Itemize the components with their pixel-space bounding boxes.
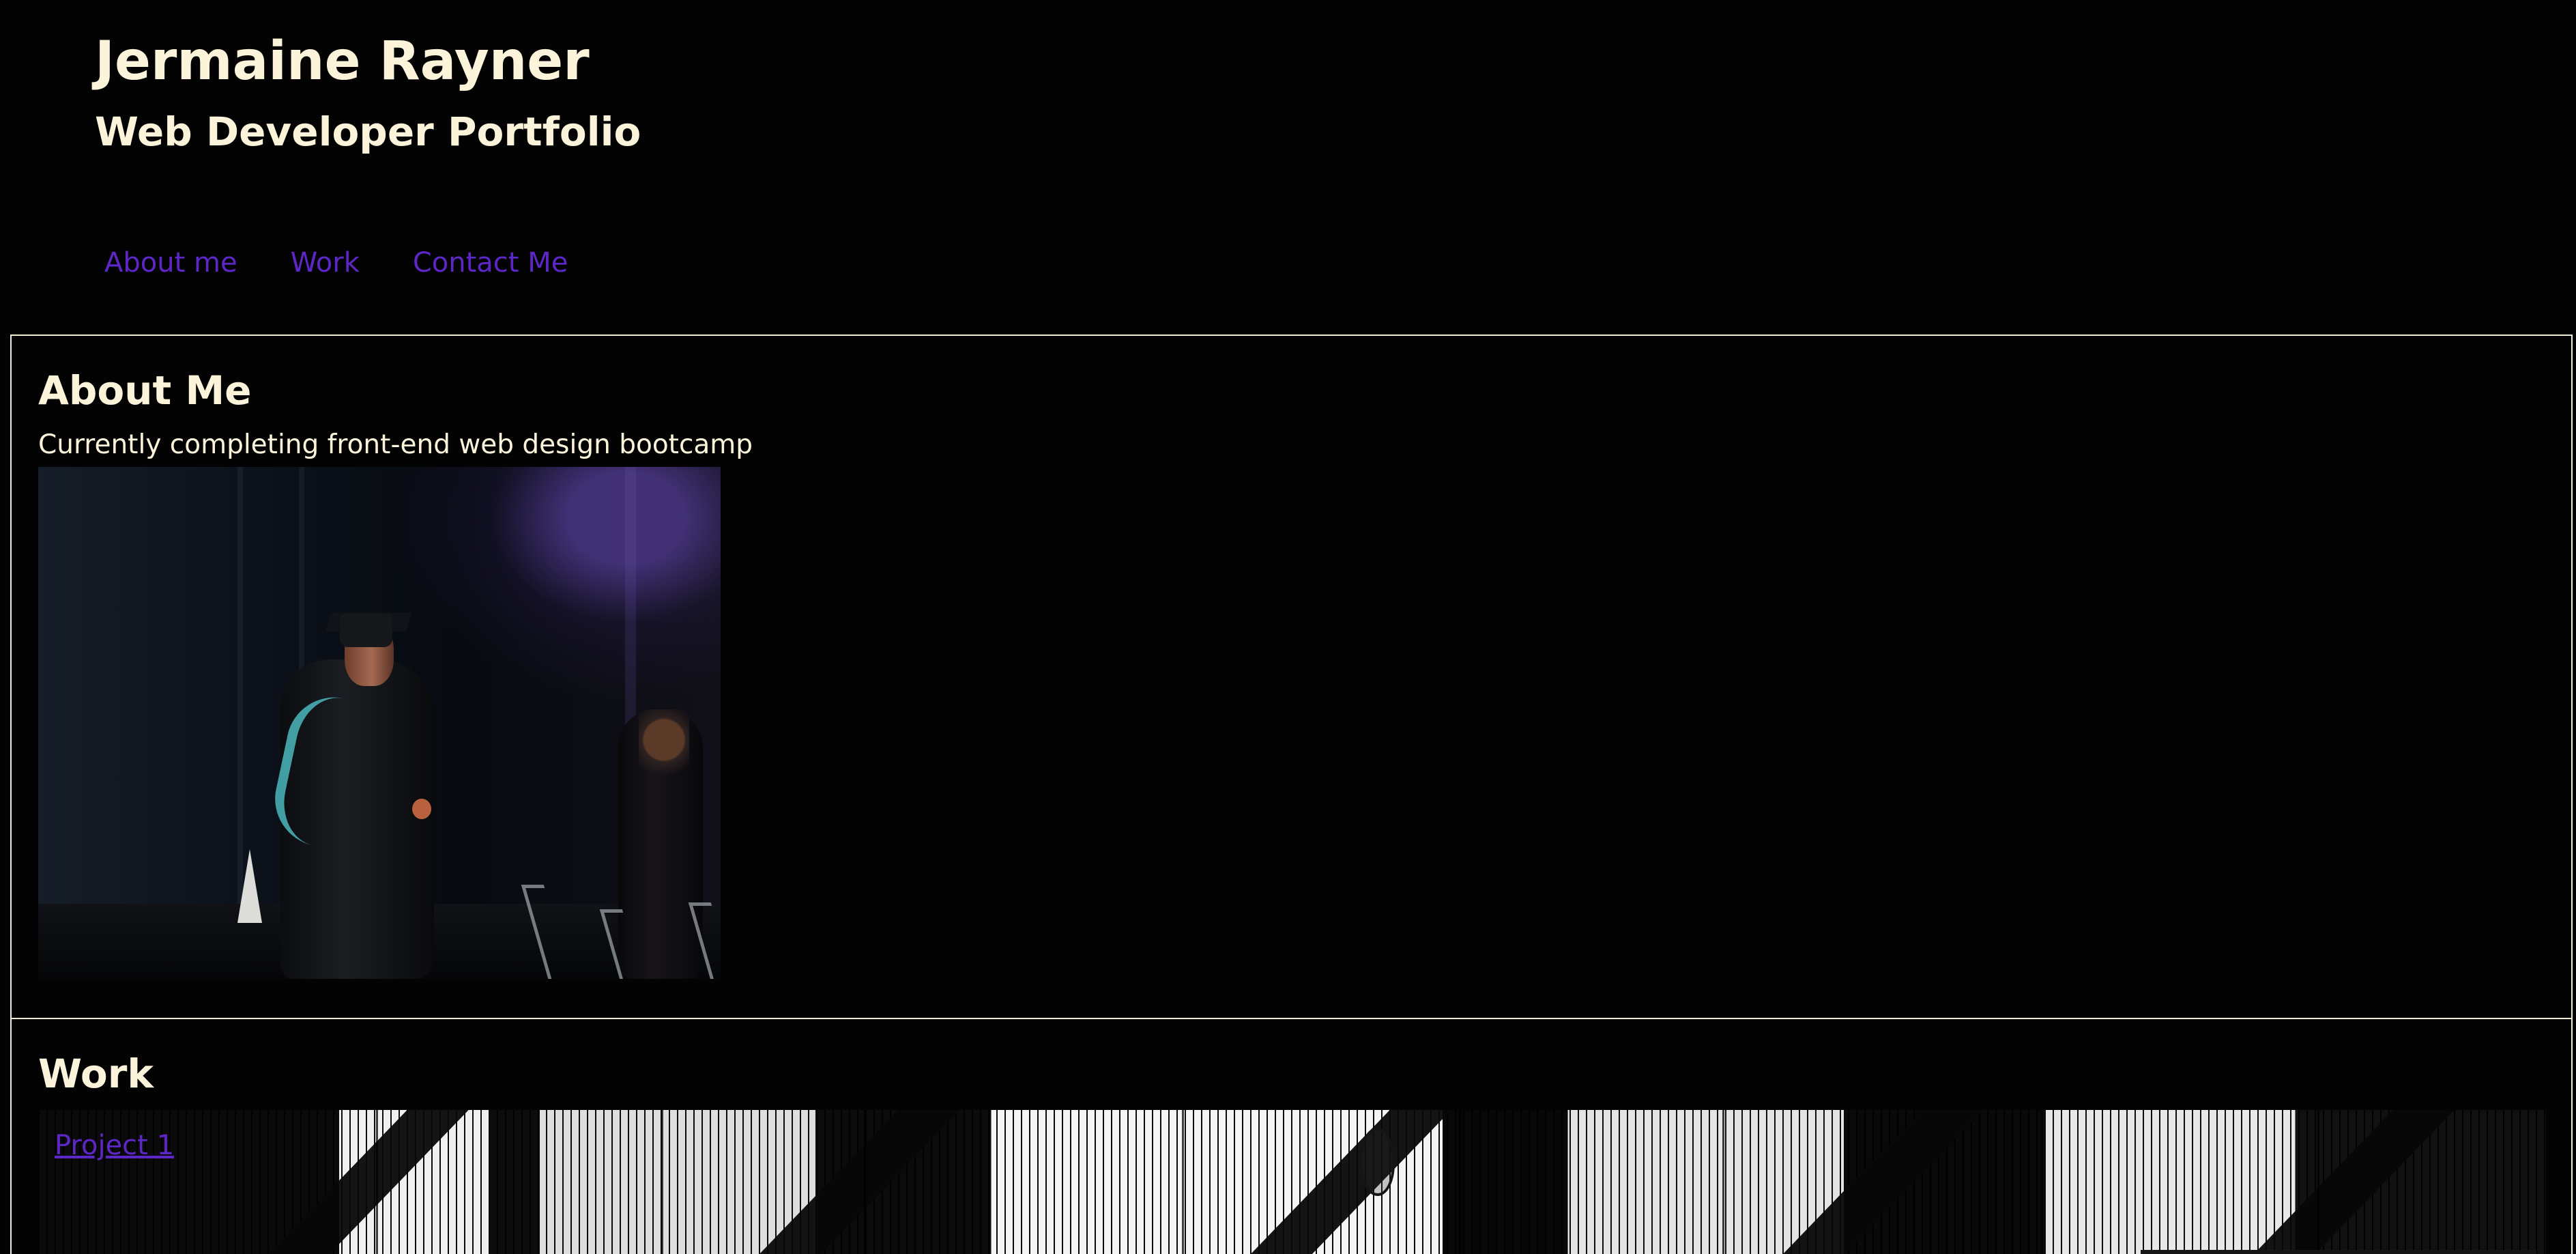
- banner-plank-line: [864, 1110, 866, 1254]
- bottom-window-edge: [2141, 1250, 2536, 1254]
- site-header: Jermaine Rayner Web Developer Portfolio …: [0, 0, 2576, 333]
- site-subtitle: Web Developer Portfolio: [95, 109, 641, 155]
- about-description: Currently completing front-end web desig…: [38, 429, 753, 460]
- graduation-photo: [38, 467, 721, 979]
- photo-second-person-head: [639, 709, 689, 786]
- project-image-banner: Project 1: [38, 1110, 2546, 1254]
- wood-knot: [1359, 1128, 1395, 1196]
- work-section: Work Project 1: [10, 1018, 2573, 1254]
- about-section: About Me Currently completing front-end …: [10, 334, 2573, 1020]
- banner-diagonal-stripe: [2208, 1110, 2474, 1254]
- about-title: About Me: [38, 367, 252, 414]
- banner-plank-line: [376, 1110, 378, 1254]
- photo-graduate-hand: [412, 799, 431, 819]
- banner-diagonal-stripe: [1737, 1110, 2003, 1254]
- project-1-link[interactable]: Project 1: [55, 1128, 174, 1163]
- nav-work-link[interactable]: Work: [291, 242, 360, 284]
- photo-cap-crown: [340, 614, 392, 647]
- banner-diagonal-stripe: [1205, 1110, 1471, 1254]
- portfolio-page: Jermaine Rayner Web Developer Portfolio …: [0, 0, 2576, 1254]
- work-title: Work: [38, 1051, 154, 1097]
- banner-diagonal-stripe: [714, 1110, 980, 1254]
- nav-contact-link[interactable]: Contact Me: [413, 242, 568, 284]
- banner-plank-line: [1459, 1110, 1461, 1254]
- nav-about-link[interactable]: About me: [104, 242, 237, 284]
- banner-plank-line: [1182, 1110, 1184, 1254]
- photo-light-shape: [237, 849, 262, 923]
- banner-plank-line: [2317, 1110, 2319, 1254]
- banner-plank-line: [661, 1110, 663, 1254]
- main-navigation: About me Work Contact Me: [104, 242, 568, 284]
- banner-plank-line: [2041, 1110, 2043, 1254]
- banner-diagonal-stripe: [222, 1110, 489, 1254]
- banner-plank-line: [1722, 1110, 1724, 1254]
- site-title: Jermaine Rayner: [95, 31, 590, 92]
